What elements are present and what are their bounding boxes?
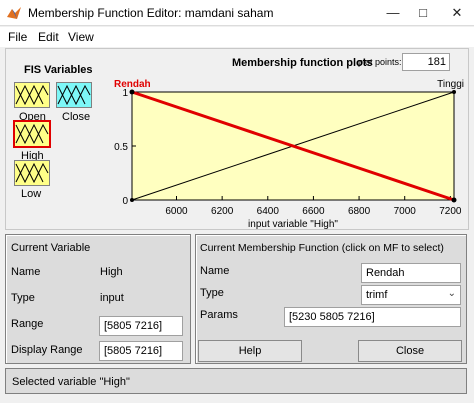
mf-shape-icon [15, 123, 49, 145]
menu-file[interactable]: File [8, 30, 27, 44]
display-range-input[interactable] [99, 341, 183, 361]
maximize-icon[interactable]: □ [408, 0, 438, 26]
menu-bar: File Edit View [0, 27, 474, 47]
mf-name-label: Name [200, 265, 230, 277]
mf-shape-icon [15, 162, 49, 184]
close-window-icon[interactable]: ✕ [442, 0, 472, 26]
chevron-down-icon: ⌄ [447, 288, 456, 299]
mf-type-label: Type [200, 287, 224, 299]
range-input[interactable] [99, 316, 183, 336]
x-tick-label: 6000 [165, 206, 188, 217]
variable-name-value: High [100, 266, 123, 278]
plot-points-input[interactable] [402, 53, 450, 71]
mf-vertex [452, 90, 456, 94]
current-variable-title: Current Variable [11, 242, 91, 254]
fis-variable-low-label: Low [21, 188, 42, 200]
status-text: Selected variable "High" [12, 376, 130, 388]
x-axis-label: input variable "High" [248, 219, 338, 230]
menu-edit[interactable]: Edit [38, 30, 59, 44]
help-button[interactable]: Help [198, 340, 302, 362]
fis-variables-title: FIS Variables [24, 64, 93, 76]
y-tick-label: 0.5 [114, 142, 128, 153]
mf-name-input[interactable] [361, 263, 461, 283]
fis-variable-close[interactable] [56, 82, 92, 108]
x-tick-label: 6200 [211, 206, 234, 217]
fis-variable-high[interactable] [13, 120, 51, 148]
variable-type-value: input [100, 292, 124, 304]
menu-view[interactable]: View [68, 30, 94, 44]
x-tick-label: 6600 [302, 206, 325, 217]
mf-vertex [129, 89, 135, 95]
title-bar: Membership Function Editor: mamdani saha… [0, 0, 474, 26]
y-tick-label: 0 [122, 196, 128, 207]
fis-variable-open[interactable] [14, 82, 50, 108]
close-button[interactable]: Close [358, 340, 462, 362]
current-mf-title: Current Membership Function (click on MF… [200, 242, 444, 254]
mf-shape-icon [57, 84, 91, 106]
variable-type-label: Type [11, 292, 35, 304]
plot-points-label: plot points: [358, 57, 402, 67]
mf-type-select[interactable]: trimf ⌄ [361, 285, 461, 305]
fis-variable-low[interactable] [14, 160, 50, 186]
minimize-icon[interactable]: — [378, 0, 408, 26]
display-range-label: Display Range [11, 344, 83, 356]
mf-label-tinggi: Tinggi [437, 79, 464, 90]
x-tick-label: 7200 [439, 206, 462, 217]
params-label: Params [200, 309, 238, 321]
fis-variable-close-label: Close [62, 111, 91, 123]
x-tick-label: 6800 [348, 206, 371, 217]
mf-type-value: trimf [366, 289, 388, 301]
membership-function-plot[interactable]: 00.516000 6200 6400 6600 6800 7000 7200input v… [108, 72, 468, 234]
mf-shape-icon [15, 84, 49, 106]
mf-vertex [130, 198, 134, 202]
mf-vertex [451, 197, 457, 203]
status-bar: Selected variable "High" [5, 368, 467, 394]
window-title: Membership Function Editor: mamdani saha… [28, 6, 274, 20]
x-tick-label: 6400 [257, 206, 280, 217]
plot-title: Membership function plots [232, 57, 373, 69]
range-label: Range [11, 318, 44, 330]
params-input[interactable] [284, 307, 461, 327]
variable-name-label: Name [11, 266, 41, 278]
x-tick-label: 7000 [394, 206, 417, 217]
mf-label-rendah: Rendah [114, 79, 151, 90]
matlab-app-icon [7, 7, 21, 19]
